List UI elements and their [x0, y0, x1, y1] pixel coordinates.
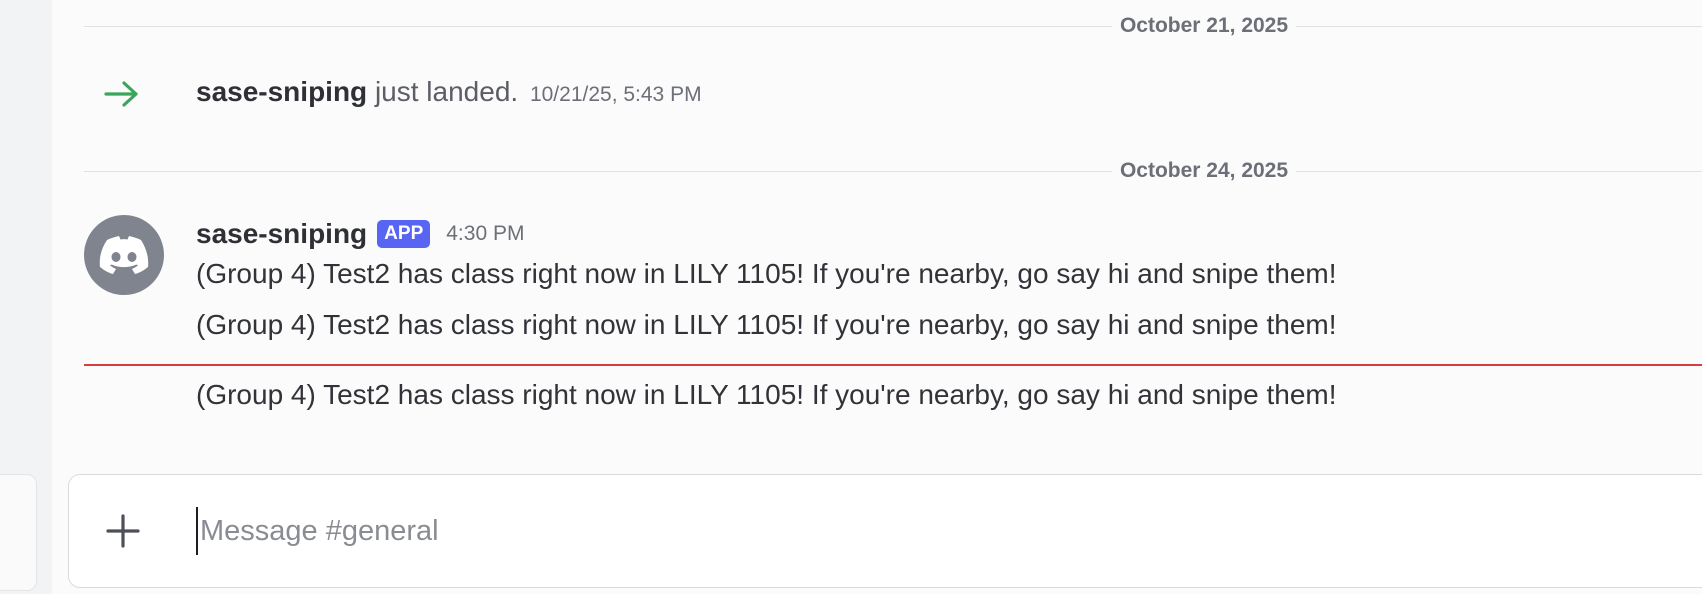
- message-input[interactable]: [196, 507, 1702, 555]
- message-content: (Group 4) Test2 has class right now in L…: [196, 379, 1337, 410]
- system-message: sase-sniping just landed. 10/21/25, 5:43…: [52, 68, 1702, 124]
- system-message-username[interactable]: sase-sniping: [196, 76, 367, 107]
- message-content: (Group 4) Test2 has class right now in L…: [196, 309, 1337, 340]
- chat-area: October 21, 2025 sase-sniping just lande…: [52, 0, 1702, 594]
- message-username[interactable]: sase-sniping: [196, 218, 367, 250]
- plus-icon: [106, 514, 140, 548]
- system-message-body: just landed.: [374, 76, 519, 107]
- divider-date-label: October 24, 2025: [1111, 159, 1297, 183]
- arrow-right-icon: [104, 81, 138, 107]
- avatar[interactable]: [84, 215, 164, 295]
- divider-date-label: October 21, 2025: [1111, 14, 1297, 38]
- new-messages-divider: [84, 364, 1702, 366]
- system-message-text: sase-sniping just landed. 10/21/25, 5:43…: [196, 76, 702, 108]
- discord-logo-icon: [99, 236, 149, 274]
- message-header: sase-sniping APP 4:30 PM: [196, 215, 524, 253]
- left-panel-edge: [0, 0, 52, 594]
- system-message-timestamp[interactable]: 10/21/25, 5:43 PM: [530, 83, 702, 106]
- message-composer: [68, 474, 1702, 588]
- date-divider: October 21, 2025: [84, 14, 1702, 38]
- message-timestamp[interactable]: 4:30 PM: [446, 222, 524, 246]
- message-content: (Group 4) Test2 has class right now in L…: [196, 258, 1337, 289]
- attach-button[interactable]: [103, 511, 143, 551]
- date-divider: October 24, 2025: [84, 159, 1702, 183]
- app-badge: APP: [377, 220, 431, 248]
- left-panel-box: [0, 474, 37, 591]
